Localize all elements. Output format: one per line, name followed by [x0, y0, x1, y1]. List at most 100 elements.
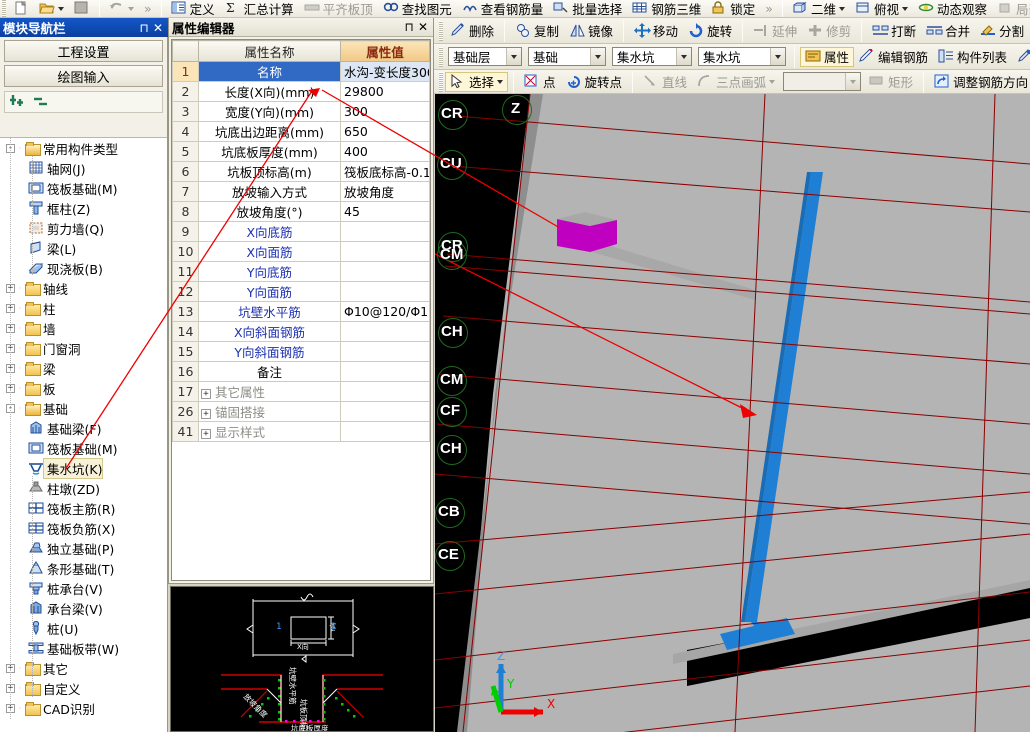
expand-group-icon[interactable]: + [201, 408, 211, 419]
property-name-cell[interactable]: Y向斜面钢筋 [198, 341, 341, 362]
toolbar-item-rebar-3d[interactable]: 钢筋三维 [627, 0, 706, 17]
draw-toolbar-grip[interactable] [439, 71, 443, 92]
tree-item-28[interactable]: +CAD识别 [0, 698, 167, 718]
toolbar-top[interactable]: » 定义 Σ 汇总计算 平齐板顶 查找图元 查看钢筋量 批量选择 钢筋三维 锁定… [0, 0, 1030, 18]
property-row[interactable]: 3 宽度(Y向)(mm) 300 [172, 101, 430, 122]
tree-item-25[interactable]: 基础板带(W) [0, 638, 167, 658]
tree-item-18[interactable]: 筏板主筋(R) [0, 498, 167, 518]
component-type-combo-arrow[interactable] [676, 48, 691, 65]
draw-line-button[interactable]: 直线 [638, 72, 692, 92]
property-row[interactable]: 6坑板顶标高(m)筏板底标高-0.1(-5 [172, 161, 430, 182]
tree-item-5[interactable]: 梁(L) [0, 238, 167, 258]
overflow-chevron[interactable]: » [139, 0, 157, 17]
tree-item-20[interactable]: 独立基础(P) [0, 538, 167, 558]
toolbar-item-define[interactable]: 定义 [166, 0, 220, 17]
property-value-cell[interactable]: 400 [340, 141, 430, 162]
toolbar-item-lock[interactable]: 锁定 [706, 0, 760, 17]
property-value-cell[interactable] [340, 421, 430, 442]
property-row[interactable]: 7 放坡输入方式 放坡角度 [172, 181, 430, 202]
tree-item-24[interactable]: 桩(U) [0, 618, 167, 638]
view-item-topview[interactable]: 俯视 [850, 0, 913, 17]
property-value-cell[interactable]: 水沟-变长度300厚 [340, 61, 430, 82]
nav-toolbar[interactable] [4, 91, 163, 113]
property-table-container[interactable]: 属性名称 属性值 1名称水沟-变长度300厚2长度(X向)(mm)298003宽… [171, 39, 431, 581]
edit-rotate-button[interactable]: 旋转 [683, 21, 737, 41]
property-value-cell[interactable]: 筏板底标高-0.1(-5 [340, 161, 430, 182]
tree-item-22[interactable]: 桩承台(V) [0, 578, 167, 598]
drawing-input-button[interactable]: 绘图输入 [4, 65, 163, 87]
property-value-cell[interactable]: 29800 [340, 81, 430, 102]
pin-icon[interactable]: ⊓ [137, 22, 151, 34]
tree-item-1[interactable]: 轴网(J) [0, 158, 167, 178]
model-3d-viewport[interactable]: Z X Y CR Z CU CR CM CH CM CF CH CB CE [435, 94, 1030, 732]
property-value-cell[interactable] [340, 381, 430, 402]
edit-mirror-button[interactable]: 镜像 [564, 21, 618, 41]
property-row[interactable]: 10 X向面筋 [172, 241, 430, 262]
context-toolbar-grip[interactable] [439, 46, 443, 67]
tree-item-0[interactable]: -常用构件类型 [0, 138, 167, 158]
property-value-cell[interactable] [340, 281, 430, 302]
expand-all-button[interactable] [9, 93, 27, 112]
tree-item-6[interactable]: 现浇板(B) [0, 258, 167, 278]
new-file-button[interactable] [8, 0, 34, 17]
tree-item-14[interactable]: 基础梁(F) [0, 418, 167, 438]
property-name-cell[interactable]: + 其它属性 [198, 381, 341, 402]
property-name-cell[interactable]: 放坡角度(°) [198, 201, 341, 222]
draw-rotate-point-button[interactable]: 旋转点 [561, 72, 628, 92]
property-name-cell[interactable]: 坑底板厚度(mm) [198, 141, 341, 162]
view-item-orbit[interactable]: 动态观察 [913, 0, 992, 17]
draw-point-button[interactable]: 点 [519, 72, 561, 92]
component-list-button[interactable]: 构件列表 [933, 47, 1012, 67]
edit-break-button[interactable]: 打断 [867, 21, 921, 41]
select-dropdown-arrow[interactable] [497, 79, 504, 84]
property-name-cell[interactable]: Y向底筋 [198, 261, 341, 282]
close-icon[interactable]: ✕ [151, 22, 165, 34]
property-value-cell[interactable] [340, 321, 430, 342]
property-row[interactable]: 17 + 其它属性 [172, 381, 430, 402]
property-row[interactable]: 12 Y向面筋 [172, 281, 430, 302]
property-name-cell[interactable]: 长度(X向)(mm) [198, 81, 341, 102]
property-value-cell[interactable] [340, 241, 430, 262]
category-combo[interactable]: 基础 [528, 47, 606, 66]
floor-combo[interactable]: 基础层 [448, 47, 522, 66]
draw-arc-button[interactable]: 三点画弧 [692, 72, 780, 92]
tree-item-10[interactable]: +门窗洞 [0, 338, 167, 358]
property-row[interactable]: 8 放坡角度(°) 45 [172, 201, 430, 222]
draw-style-combo[interactable] [783, 72, 862, 91]
tree-item-8[interactable]: +柱 [0, 298, 167, 318]
edit-rebar-button[interactable]: 编辑钢筋 [854, 47, 933, 67]
property-value-cell[interactable]: 300 [340, 101, 430, 122]
undo-button[interactable] [104, 0, 139, 17]
undo-dropdown-arrow[interactable] [128, 6, 134, 11]
property-row[interactable]: 4 坑底出边距离(mm) 650 [172, 121, 430, 142]
edit-move-button[interactable]: 移动 [629, 21, 683, 41]
tree-item-11[interactable]: +梁 [0, 358, 167, 378]
chevron-down-icon-2[interactable] [901, 6, 908, 11]
tree-item-16[interactable]: 集水坑(K) [0, 457, 167, 479]
tree-item-19[interactable]: 筏板负筋(X) [0, 518, 167, 538]
property-name-cell[interactable]: 放坡输入方式 [198, 181, 341, 202]
edit-split-button[interactable]: 分割 [975, 21, 1029, 41]
tree-item-3[interactable]: 框柱(Z) [0, 198, 167, 218]
tree-item-26[interactable]: +其它 [0, 658, 167, 678]
property-row[interactable]: 5 坑底板厚度(mm) 400 [172, 141, 430, 162]
property-editor-titlebar[interactable]: 属性编辑器 ⊓ ✕ [169, 18, 433, 37]
arc-dropdown-arrow[interactable] [769, 79, 776, 84]
property-row[interactable]: 15 Y向斜面钢筋 [172, 341, 430, 362]
toolbar-grip[interactable] [2, 0, 6, 17]
property-value-cell[interactable]: 放坡角度 [340, 181, 430, 202]
collapse-all-button[interactable] [33, 93, 51, 112]
property-value-cell[interactable] [340, 401, 430, 422]
property-name-cell[interactable]: 备注 [198, 361, 341, 382]
property-row[interactable]: 41 + 显示样式 [172, 421, 430, 442]
chevron-down-icon[interactable] [838, 6, 845, 11]
property-name-cell[interactable]: 坑板顶标高(m) [198, 161, 341, 182]
property-row[interactable]: 26 + 锚固搭接 [172, 401, 430, 422]
property-value-cell[interactable] [340, 221, 430, 242]
property-name-cell[interactable]: X向斜面钢筋 [198, 321, 341, 342]
property-name-cell[interactable]: 坑底出边距离(mm) [198, 121, 341, 142]
detail-drawing-preview[interactable]: 1 1 X向 Y向 坑壁水平筋 坑板顶标高 放坡角度 坑底板厚度 [170, 586, 434, 732]
property-row[interactable]: 16 备注 [172, 361, 430, 382]
edit-extend-button[interactable]: 延伸 [748, 21, 802, 41]
edit-copy-button[interactable]: 复制 [510, 21, 564, 41]
